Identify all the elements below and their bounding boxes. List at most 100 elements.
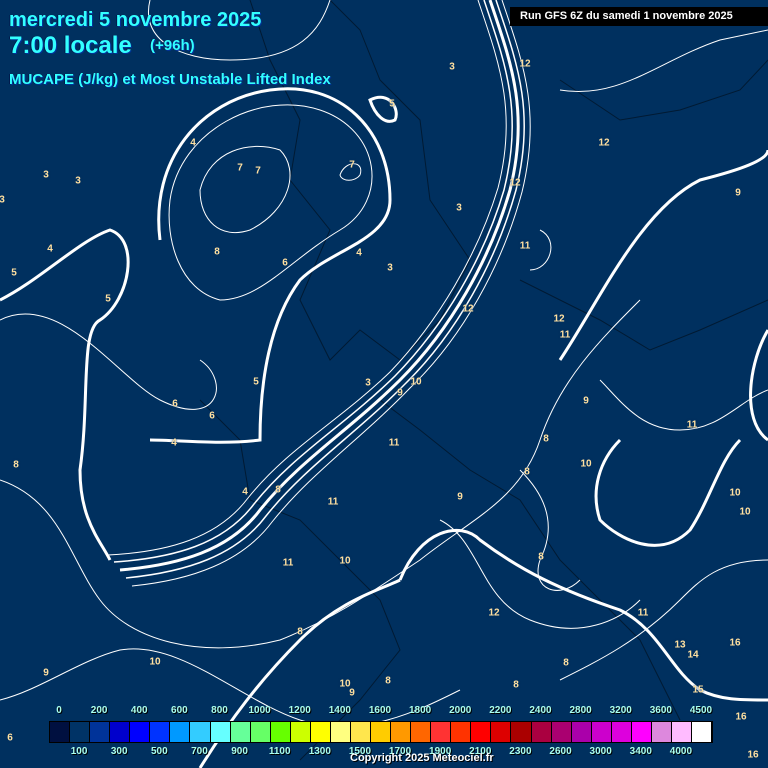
color-scale-label-top: 200	[90, 705, 108, 716]
color-scale-label-bottom: 3400	[629, 746, 652, 757]
color-scale-label-top: 2800	[569, 705, 592, 716]
contour-label: 4	[242, 486, 248, 498]
contour-label: 3	[365, 377, 371, 389]
contour-label: 6	[209, 410, 215, 422]
color-scale-cell	[250, 722, 271, 742]
contour-label: 6	[172, 398, 178, 410]
thin-contours	[0, 0, 768, 728]
color-scale-cell	[471, 722, 492, 742]
contour-label: 3	[0, 194, 5, 206]
color-scale-cell	[190, 722, 211, 742]
contour-label: 4	[190, 137, 196, 149]
contour-label: 3	[43, 169, 49, 181]
contour-label: 8	[297, 626, 303, 638]
contour-label: 8	[214, 246, 220, 258]
contour-label: 7	[349, 159, 355, 171]
color-scale-label-top: 1600	[368, 705, 392, 716]
color-scale-cell	[310, 722, 331, 742]
contour-label: 8	[513, 679, 519, 691]
color-scale-cell	[631, 722, 652, 742]
color-scale-cell	[431, 722, 452, 742]
contour-label: 9	[397, 387, 403, 399]
color-scale-cell	[511, 722, 532, 742]
parameter-title: MUCAPE (J/kg) et Most Unstable Lifted In…	[9, 71, 331, 88]
contour-label: 8	[275, 484, 281, 496]
contour-label: 8	[563, 657, 569, 669]
color-scale-cell	[110, 722, 131, 742]
color-scale-label-top: 2200	[489, 705, 512, 716]
contour-label: 3	[456, 202, 462, 214]
color-scale-label-top: 400	[130, 705, 148, 716]
color-scale-cell	[591, 722, 612, 742]
contour-label: 14	[687, 649, 699, 661]
color-scale-cell	[491, 722, 512, 742]
contour-label: 3	[75, 175, 81, 187]
contour-label: 5	[389, 98, 395, 110]
contour-label: 9	[735, 187, 741, 199]
color-scale-cell	[411, 722, 432, 742]
color-scale-cell	[671, 722, 692, 742]
color-scale-cell	[692, 722, 713, 742]
contour-label: 10	[739, 506, 751, 518]
color-scale-cell	[210, 722, 231, 742]
color-scale-label-top: 600	[171, 705, 188, 716]
color-scale-label-top: 1200	[288, 705, 311, 716]
color-scale-label-bottom: 300	[110, 746, 128, 757]
color-scale-cell	[651, 722, 672, 742]
color-scale-label-top: 800	[211, 705, 228, 716]
contour-label: 6	[282, 257, 288, 269]
color-scale-label-top: 1400	[328, 705, 351, 716]
color-scale-label-bottom: 2300	[509, 746, 532, 757]
color-scale-label-bottom: 100	[70, 746, 88, 757]
contour-label: 7	[237, 162, 243, 174]
contour-label: 12	[598, 137, 610, 149]
color-scale-label-bottom: 1100	[268, 746, 291, 757]
contour-label: 12	[462, 303, 474, 315]
contour-label: 5	[105, 293, 111, 305]
color-scale-label-bottom: 900	[231, 746, 248, 757]
forecast-date: mercredi 5 novembre 2025	[9, 9, 262, 31]
color-scale-label-bottom: 1300	[308, 746, 331, 757]
contour-label: 5	[253, 376, 259, 388]
contour-label: 8	[13, 459, 19, 471]
contour-label: 9	[457, 491, 463, 503]
color-scale-label-bottom: 500	[150, 746, 168, 757]
contour-label: 4	[47, 243, 53, 255]
color-scale-cell	[230, 722, 251, 742]
contour-label: 10	[410, 376, 422, 388]
color-scale-cell	[130, 722, 151, 742]
contour-label: 8	[524, 466, 530, 478]
contour-label: 15	[692, 684, 704, 696]
color-scale-label-top: 0	[56, 705, 62, 716]
color-scale-label-bottom: 3000	[589, 746, 612, 757]
color-scale-cell	[270, 722, 291, 742]
color-scale-label-bottom: 2600	[549, 746, 572, 757]
color-scale-cell	[571, 722, 592, 742]
contour-label: 8	[543, 433, 549, 445]
contour-label: 10	[339, 555, 351, 567]
contour-label: 12	[509, 177, 521, 189]
contour-label: 10	[729, 487, 741, 499]
color-scale-cell	[371, 722, 392, 742]
copyright: Copyright 2025 Meteociel.fr	[350, 752, 494, 764]
color-scale-label-bottom: 700	[191, 746, 208, 757]
color-scale-cell	[350, 722, 371, 742]
contour-label: 16	[729, 637, 741, 649]
color-scale-cell	[290, 722, 311, 742]
contour-label: 12	[519, 58, 531, 70]
color-scale-cell	[531, 722, 552, 742]
lead-time: (+96h)	[150, 37, 195, 54]
contour-label: 10	[580, 458, 592, 470]
color-scale-cell	[50, 722, 71, 742]
contour-label: 6	[7, 732, 13, 744]
contour-label: 3	[449, 61, 455, 73]
contour-label: 11	[519, 240, 531, 252]
color-scale-cell	[391, 722, 412, 742]
run-info: Run GFS 6Z du samedi 1 novembre 2025	[510, 7, 768, 26]
contour-label: 3	[387, 262, 393, 274]
color-scale-label-top: 3600	[649, 705, 672, 716]
contour-label: 9	[43, 667, 49, 679]
contour-label: 10	[149, 656, 161, 668]
color-scale-cell	[170, 722, 191, 742]
color-scale-label-top: 1800	[408, 705, 432, 716]
